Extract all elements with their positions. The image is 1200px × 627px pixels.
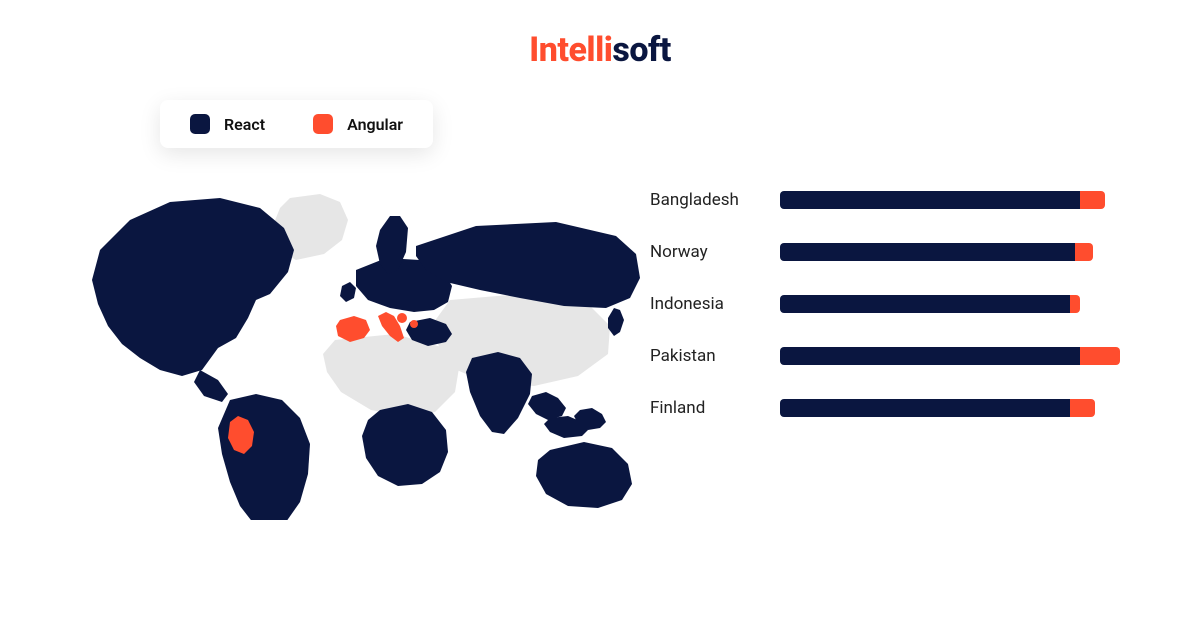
bar-chart: Bangladesh Norway Indonesia Pakistan Fin… xyxy=(650,190,1130,418)
bar-row: Finland xyxy=(650,398,1130,418)
bar-row: Norway xyxy=(650,242,1130,262)
legend-item-react: React xyxy=(190,114,265,134)
bar-segment-react xyxy=(780,399,1070,417)
bar-label: Bangladesh xyxy=(650,190,760,210)
bar-track xyxy=(780,399,1095,417)
bar-segment-react xyxy=(780,191,1080,209)
legend-item-angular: Angular xyxy=(313,114,403,134)
legend-label: Angular xyxy=(347,115,403,134)
bar-row: Indonesia xyxy=(650,294,1130,314)
bar-row: Bangladesh xyxy=(650,190,1130,210)
bar-segment-react xyxy=(780,347,1080,365)
bar-track xyxy=(780,243,1093,261)
legend: React Angular xyxy=(160,100,433,148)
brand-part1: Intelli xyxy=(529,30,612,70)
bar-segment-react xyxy=(780,295,1070,313)
brand-part2: soft xyxy=(612,30,670,70)
bar-row: Pakistan xyxy=(650,346,1130,366)
bar-segment-angular xyxy=(1075,243,1093,261)
brand-logo: Intellisoft xyxy=(529,30,671,70)
bar-segment-angular xyxy=(1080,191,1105,209)
map-svg xyxy=(80,190,640,520)
bar-track xyxy=(780,295,1080,313)
bar-label: Pakistan xyxy=(650,346,760,366)
bar-track xyxy=(780,347,1120,365)
bar-segment-angular xyxy=(1080,347,1120,365)
bar-track xyxy=(780,191,1105,209)
bar-segment-react xyxy=(780,243,1075,261)
bar-label: Finland xyxy=(650,398,760,418)
bar-segment-angular xyxy=(1070,295,1080,313)
bar-label: Indonesia xyxy=(650,294,760,314)
legend-label: React xyxy=(224,115,265,134)
swatch-react xyxy=(190,114,210,134)
bar-label: Norway xyxy=(650,242,760,262)
bar-segment-angular xyxy=(1070,399,1095,417)
world-map xyxy=(80,190,640,520)
swatch-angular xyxy=(313,114,333,134)
